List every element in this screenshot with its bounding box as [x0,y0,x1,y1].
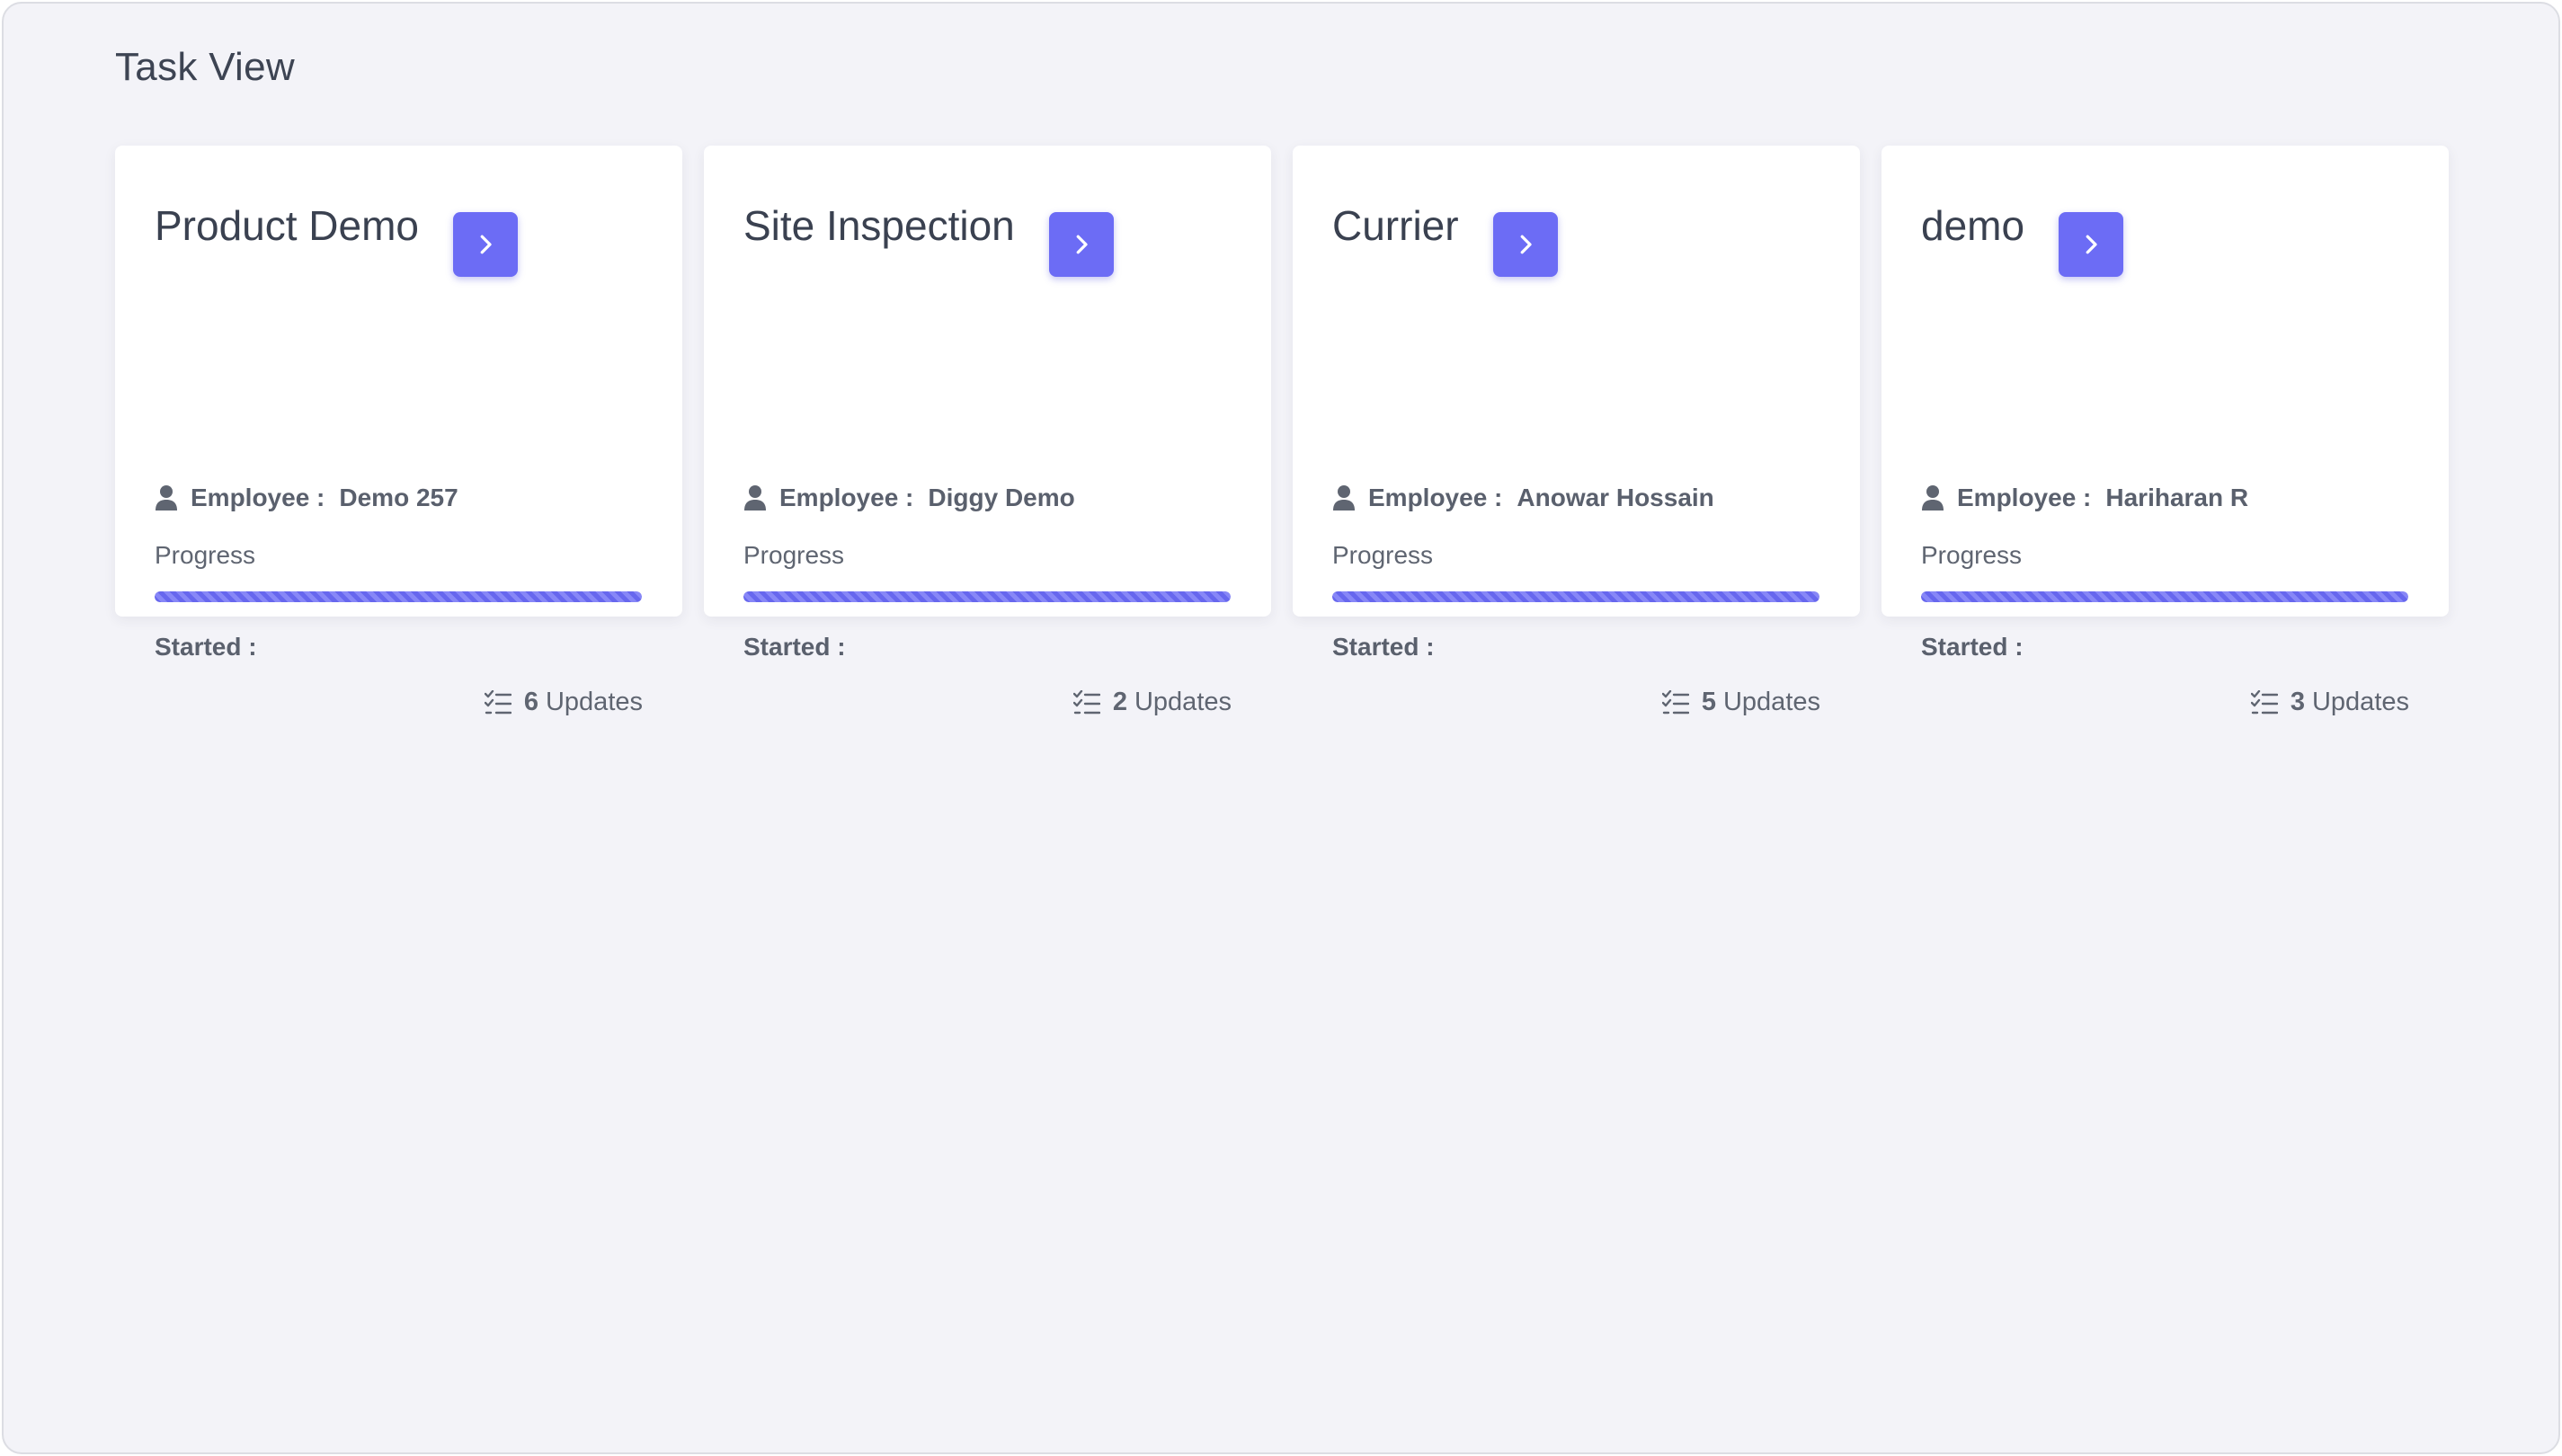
employee-row: Employee : Demo 257 [155,484,458,512]
user-icon [743,484,767,511]
updates-label: Updates [1134,688,1232,716]
progress-label: Progress [1921,541,2023,569]
task-card-header: Currier [1332,201,1558,277]
user-icon [1332,484,1356,511]
updates-label: Updates [545,688,643,716]
task-title: Currier [1332,202,1459,249]
progress-label: Progress [155,541,256,569]
task-card-header: Site Inspection [743,201,1114,277]
employee-row: Employee : Anowar Hossain [1332,484,1714,512]
task-title: Product Demo [155,202,420,249]
employee-label: Employee : [779,484,914,511]
chevron-right-icon [2086,235,2097,254]
updates-label: Updates [1722,688,1820,716]
task-card: Site Inspection Employee : Diggy Demo Pr… [704,146,1271,716]
progress-bar-fill [1332,591,1819,602]
updates-row: 5 Updates [1661,688,1820,717]
progress-bar [1921,591,2408,602]
task-title: demo [1921,202,2025,249]
progress-bar [743,591,1231,602]
updates-row: 3 Updates [2250,688,2409,717]
checklist-icon [484,689,512,715]
open-task-button[interactable] [1492,212,1558,277]
employee-name: Anowar Hossain [1517,484,1714,511]
chevron-right-icon [1076,235,1088,254]
task-card: Currier Employee : Anowar Hossain Progre… [1293,146,1860,716]
progress-label: Progress [743,541,845,569]
started-row: Started : [1921,633,2024,661]
open-task-button[interactable] [1048,212,1114,277]
started-label: Started : [1921,633,2024,661]
employee-label: Employee : [1368,484,1503,511]
started-label: Started : [155,633,257,661]
updates-row: 6 Updates [484,688,643,717]
page-title: Task View [115,45,295,89]
progress-label: Progress [1332,541,1434,569]
task-card-header: demo [1921,201,2124,277]
chevron-right-icon [480,235,492,254]
task-card: demo Employee : Hariharan R Progress Sta… [1881,146,2449,716]
progress-bar-fill [155,591,642,602]
user-icon [155,484,178,511]
employee-name: Hariharan R [2105,484,2249,511]
open-task-button[interactable] [2059,212,2124,277]
checklist-icon [1661,689,1689,715]
employee-name: Diggy Demo [928,484,1075,511]
chevron-right-icon [1520,235,1532,254]
progress-bar [155,591,642,602]
updates-count: 6 [523,688,538,716]
task-card-header: Product Demo [155,201,519,277]
user-icon [1921,484,1944,511]
employee-label: Employee : [191,484,325,511]
checklist-icon [2250,689,2278,715]
started-row: Started : [743,633,846,661]
checklist-icon [1072,689,1100,715]
task-title: Site Inspection [743,202,1015,249]
task-card: Product Demo Employee : Demo 257 Progres… [115,146,682,716]
started-label: Started : [1332,633,1435,661]
open-task-button[interactable] [453,212,519,277]
started-label: Started : [743,633,846,661]
page-frame: Task View Product Demo Employee : Demo 2… [2,2,2560,1454]
progress-bar [1332,591,1819,602]
updates-label: Updates [2311,688,2409,716]
updates-count: 3 [2290,688,2305,716]
started-row: Started : [1332,633,1435,661]
employee-name: Demo 257 [339,484,458,511]
progress-bar-fill [743,591,1231,602]
employee-row: Employee : Diggy Demo [743,484,1075,512]
task-card-list: Product Demo Employee : Demo 257 Progres… [115,146,2449,716]
updates-count: 5 [1701,688,1716,716]
progress-bar-fill [1921,591,2408,602]
employee-label: Employee : [1957,484,2092,511]
employee-row: Employee : Hariharan R [1921,484,2248,512]
updates-row: 2 Updates [1072,688,1232,717]
updates-count: 2 [1112,688,1127,716]
started-row: Started : [155,633,257,661]
